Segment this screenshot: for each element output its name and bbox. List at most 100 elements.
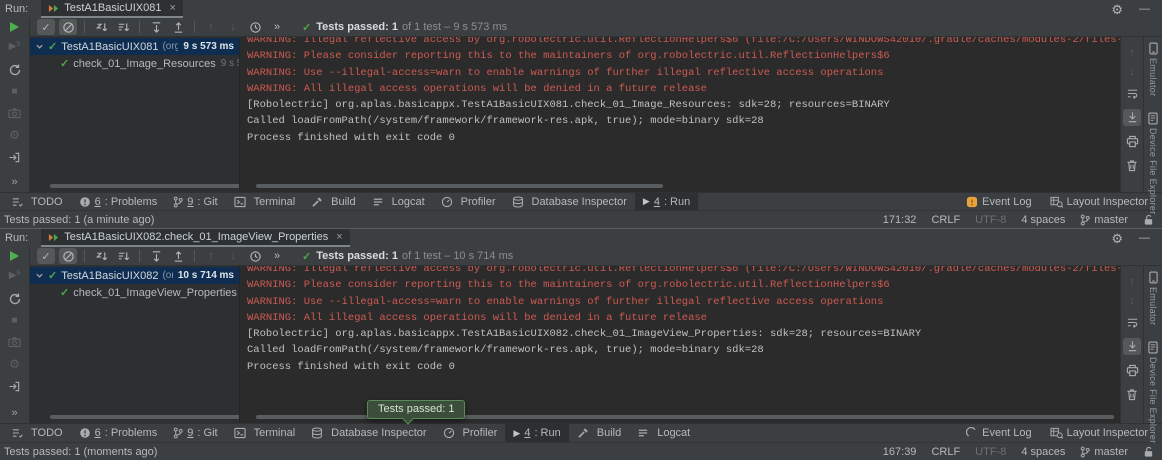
gear-icon[interactable]: ⚙ xyxy=(1111,3,1123,16)
import-test-results-icon[interactable] xyxy=(8,380,21,393)
tool-window-button-profiler[interactable]: Profiler xyxy=(435,424,506,442)
clear-all-icon[interactable] xyxy=(1123,157,1141,174)
lock-icon[interactable] xyxy=(1143,214,1154,226)
hide-window-icon[interactable]: — xyxy=(1139,3,1150,15)
tool-window-button-problems[interactable]: 6: Problems xyxy=(71,424,166,442)
tool-window-button-todo[interactable]: TODO xyxy=(3,424,71,442)
caret-position[interactable]: 167:39 xyxy=(883,446,917,458)
next-occurrence-icon[interactable]: ↓ xyxy=(224,248,242,264)
event-log-button[interactable]: Event Log xyxy=(966,196,1032,208)
collapse-all-icon[interactable] xyxy=(169,248,187,264)
hide-window-icon[interactable]: — xyxy=(1139,232,1150,244)
previous-occurrence-icon[interactable]: ↑ xyxy=(202,19,220,35)
chevron-more-icon[interactable]: » xyxy=(268,248,286,264)
sort-by-duration-icon[interactable] xyxy=(114,19,132,35)
test-tree-child-row[interactable]: ✓ check_01_ImageView_Properties 10 s 714… xyxy=(30,284,239,301)
up-stacktrace-icon[interactable]: ↑ xyxy=(1129,276,1135,288)
line-ending-indicator[interactable]: CRLF xyxy=(931,214,960,226)
refresh-icon[interactable] xyxy=(8,63,22,77)
show-ignored-toggle[interactable] xyxy=(59,248,77,264)
scroll-to-end-icon[interactable] xyxy=(1123,109,1141,126)
print-icon[interactable] xyxy=(1123,133,1141,150)
git-branch-widget[interactable]: master xyxy=(1080,446,1128,458)
tool-window-button-git[interactable]: 9: Git xyxy=(165,193,225,210)
rerun-button[interactable] xyxy=(10,251,19,261)
tool-window-button-build[interactable]: Build xyxy=(303,193,363,210)
soft-wrap-icon[interactable] xyxy=(1123,85,1141,102)
more-options-icon[interactable]: » xyxy=(11,407,17,419)
show-ignored-toggle[interactable] xyxy=(59,19,77,35)
encoding-indicator[interactable]: UTF-8 xyxy=(975,214,1006,226)
expand-all-icon[interactable] xyxy=(147,248,165,264)
indent-indicator[interactable]: 4 spaces xyxy=(1021,446,1065,458)
sort-alphabetically-icon[interactable] xyxy=(92,19,110,35)
sidebar-item-emulator[interactable]: Emulator xyxy=(1148,42,1158,96)
sort-alphabetically-icon[interactable] xyxy=(92,248,110,264)
test-tree-root-row[interactable]: ✓ TestA1BasicUIX081 (org.aplas.basica 9 … xyxy=(30,38,239,55)
line-ending-indicator[interactable]: CRLF xyxy=(931,446,960,458)
rerun-failed-tests-icon[interactable]: ▶9 xyxy=(9,271,21,282)
test-settings-gear-icon[interactable]: ⚙ xyxy=(9,129,20,141)
chevron-more-icon[interactable]: » xyxy=(268,19,286,35)
sidebar-item-emulator[interactable]: Emulator xyxy=(1148,271,1158,325)
stop-button[interactable]: ■ xyxy=(11,87,17,97)
soft-wrap-icon[interactable] xyxy=(1123,314,1141,331)
tool-window-button-database-inspector[interactable]: Database Inspector xyxy=(303,424,434,442)
close-tab-icon[interactable]: × xyxy=(336,231,342,243)
test-tree-root-row[interactable]: ✓ TestA1BasicUIX082 (org.aplas.basica 10… xyxy=(30,267,239,284)
tree-horizontal-scrollbar[interactable] xyxy=(50,415,250,419)
indent-indicator[interactable]: 4 spaces xyxy=(1021,214,1065,226)
screenshot-icon[interactable] xyxy=(8,336,21,348)
chevron-down-icon[interactable] xyxy=(35,271,44,280)
stop-button[interactable]: ■ xyxy=(11,316,17,326)
clear-all-icon[interactable] xyxy=(1123,386,1141,403)
down-stacktrace-icon[interactable]: ↓ xyxy=(1129,295,1135,307)
tool-window-button-build[interactable]: Build xyxy=(569,424,629,442)
tool-window-button-run[interactable]: ▶ 4: Run xyxy=(505,424,568,442)
rerun-button[interactable] xyxy=(10,22,19,32)
screenshot-icon[interactable] xyxy=(8,107,21,119)
up-stacktrace-icon[interactable]: ↑ xyxy=(1129,47,1135,59)
print-icon[interactable] xyxy=(1123,362,1141,379)
tool-window-button-profiler[interactable]: Profiler xyxy=(433,193,504,210)
event-log-button[interactable]: Event Log xyxy=(966,427,1032,439)
gear-icon[interactable]: ⚙ xyxy=(1111,232,1123,245)
test-history-icon[interactable] xyxy=(246,19,264,35)
show-passed-toggle[interactable]: ✓ xyxy=(37,19,55,35)
rerun-failed-tests-icon[interactable]: ▶9 xyxy=(9,42,21,53)
collapse-all-icon[interactable] xyxy=(169,19,187,35)
test-settings-gear-icon[interactable]: ⚙ xyxy=(9,358,20,370)
tool-window-button-logcat[interactable]: Logcat xyxy=(364,193,433,210)
tool-window-button-todo[interactable]: TODO xyxy=(3,193,71,210)
console-horizontal-scrollbar[interactable] xyxy=(256,184,663,188)
git-branch-widget[interactable]: master xyxy=(1080,214,1128,226)
run-console[interactable]: WARNING: Illegal reflective access by or… xyxy=(239,37,1120,192)
more-options-icon[interactable]: » xyxy=(11,176,17,188)
layout-inspector-button[interactable]: Layout Inspector xyxy=(1050,427,1148,439)
show-passed-toggle[interactable]: ✓ xyxy=(37,248,55,264)
sort-by-duration-icon[interactable] xyxy=(114,248,132,264)
next-occurrence-icon[interactable]: ↓ xyxy=(224,19,242,35)
scroll-to-end-icon[interactable] xyxy=(1123,338,1141,355)
expand-all-icon[interactable] xyxy=(147,19,165,35)
encoding-indicator[interactable]: UTF-8 xyxy=(975,446,1006,458)
lock-icon[interactable] xyxy=(1143,446,1154,458)
tree-horizontal-scrollbar[interactable] xyxy=(50,184,250,188)
layout-inspector-button[interactable]: Layout Inspector xyxy=(1050,196,1148,208)
test-history-icon[interactable] xyxy=(246,248,264,264)
tool-window-button-run[interactable]: ▶ 4: Run xyxy=(635,193,698,210)
previous-occurrence-icon[interactable]: ↑ xyxy=(202,248,220,264)
tool-window-button-terminal[interactable]: Terminal xyxy=(226,424,304,442)
tool-window-button-terminal[interactable]: Terminal xyxy=(226,193,304,210)
caret-position[interactable]: 171:32 xyxy=(883,214,917,226)
tool-window-button-problems[interactable]: 6: Problems xyxy=(71,193,166,210)
tool-window-button-logcat[interactable]: Logcat xyxy=(629,424,698,442)
tool-window-button-git[interactable]: 9: Git xyxy=(165,424,225,442)
import-test-results-icon[interactable] xyxy=(8,151,21,164)
run-config-tab[interactable]: TestA1BasicUIX081 × xyxy=(41,0,183,18)
refresh-icon[interactable] xyxy=(8,292,22,306)
close-tab-icon[interactable]: × xyxy=(169,2,175,14)
chevron-down-icon[interactable] xyxy=(35,42,44,51)
run-config-tab[interactable]: TestA1BasicUIX082.check_01_ImageView_Pro… xyxy=(41,229,349,247)
tool-window-button-database-inspector[interactable]: Database Inspector xyxy=(504,193,635,210)
